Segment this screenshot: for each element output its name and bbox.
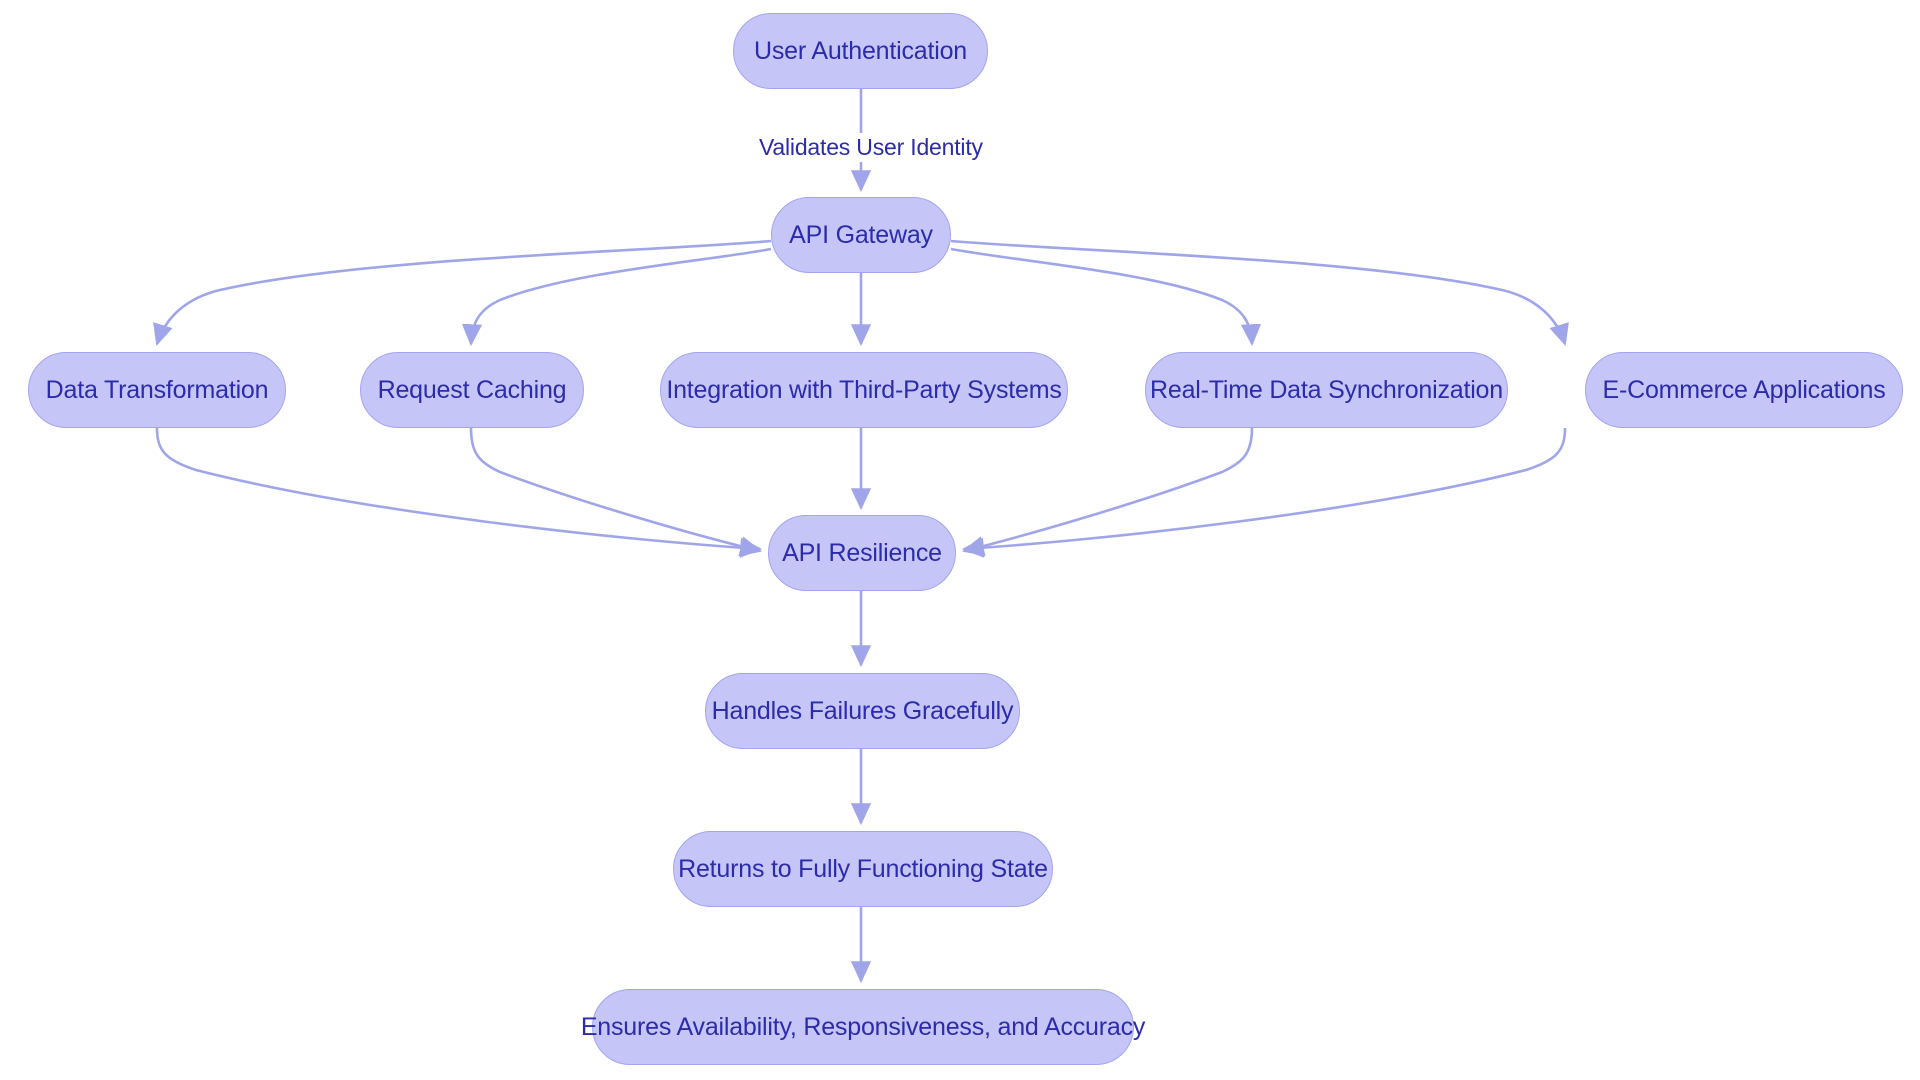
edge-api-gateway-request-caching (461, 247, 772, 347)
node-label: E-Commerce Applications (1602, 375, 1886, 404)
node-user-authentication[interactable]: User Authentication (733, 13, 988, 89)
edge-api-gateway-data-transformation (153, 239, 772, 346)
node-label: Returns to Fully Functioning State (678, 854, 1048, 883)
edge-data-transformation-api-resilience (155, 427, 763, 558)
node-label: User Authentication (754, 36, 967, 65)
edge-request-caching-api-resilience (469, 427, 763, 557)
node-request-caching[interactable]: Request Caching (360, 352, 584, 428)
node-label: Integration with Third-Party Systems (666, 375, 1062, 404)
node-api-resilience[interactable]: API Resilience (768, 515, 956, 591)
edge-api-gateway-realtime-data-sync (950, 247, 1262, 347)
node-label: Request Caching (377, 375, 567, 404)
node-data-transformation[interactable]: Data Transformation (28, 352, 286, 428)
edge-label-validates-user-identity: Validates User Identity (753, 133, 989, 162)
node-label: Ensures Availability, Responsiveness, an… (580, 1012, 1146, 1041)
edge-api-gateway-ecommerce-applications (950, 239, 1569, 346)
edge-realtime-data-sync-api-resilience (961, 427, 1254, 557)
node-ecommerce-applications[interactable]: E-Commerce Applications (1585, 352, 1903, 428)
node-label: API Gateway (789, 220, 933, 249)
node-integration-third-party[interactable]: Integration with Third-Party Systems (660, 352, 1068, 428)
edge-ecommerce-applications-api-resilience (961, 427, 1567, 558)
node-returns-functioning[interactable]: Returns to Fully Functioning State (673, 831, 1053, 907)
node-api-gateway[interactable]: API Gateway (771, 197, 951, 273)
edge-layer (153, 89, 1569, 984)
flowchart-canvas: User Authentication API Gateway Data Tra… (0, 0, 1920, 1080)
node-label: Data Transformation (45, 375, 269, 404)
node-handles-failures[interactable]: Handles Failures Gracefully (705, 673, 1020, 749)
node-label: Real-Time Data Synchronization (1150, 375, 1503, 404)
node-label: API Resilience (782, 538, 942, 567)
node-realtime-data-sync[interactable]: Real-Time Data Synchronization (1145, 352, 1508, 428)
node-ensures-availability[interactable]: Ensures Availability, Responsiveness, an… (581, 989, 1145, 1065)
node-label: Handles Failures Gracefully (711, 696, 1014, 725)
